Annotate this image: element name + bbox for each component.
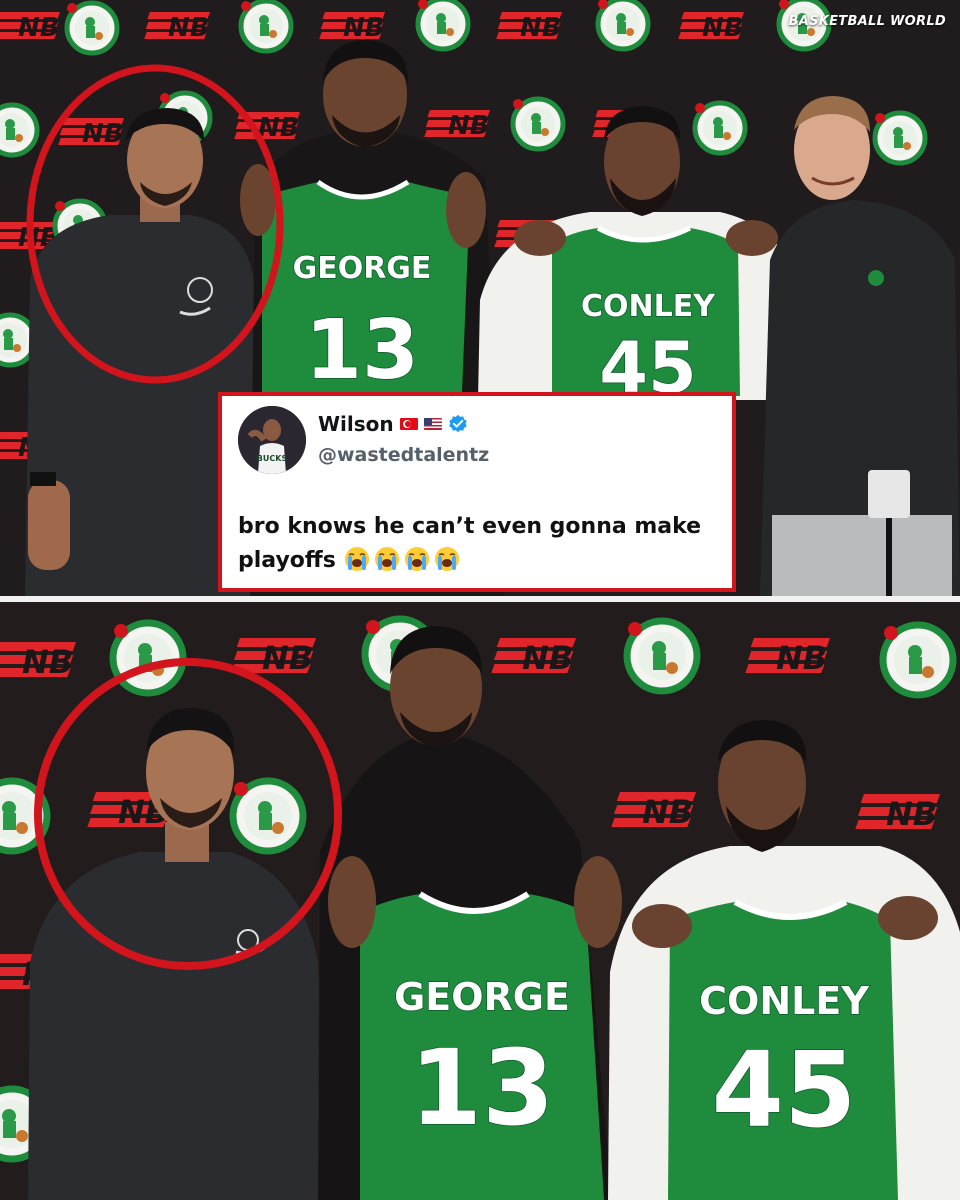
svg-text:BUCKS: BUCKS xyxy=(257,454,288,463)
top-photo-panel: NB xyxy=(0,0,960,596)
tweet-display-name[interactable]: Wilson xyxy=(318,412,394,436)
loudly-crying-face-icon xyxy=(344,547,369,571)
tweet-emojis xyxy=(344,547,464,573)
loudly-crying-face-icon xyxy=(404,547,429,571)
tweet-text: bro knows he can’t even gonna make playo… xyxy=(238,510,728,578)
tweet-handle[interactable]: @wastedtalentz xyxy=(318,444,489,466)
verified-badge-icon xyxy=(448,414,467,433)
george-jersey-name: GEORGE xyxy=(293,251,432,286)
usa-flag-icon xyxy=(423,418,442,430)
loudly-crying-face-icon xyxy=(374,547,399,571)
conley-jersey-name: CONLEY xyxy=(581,289,716,324)
george-jersey-number: 13 xyxy=(410,1027,555,1149)
tweet-card: BUCKS Wilson @wastedtalentz bro knows he… xyxy=(218,392,736,592)
loudly-crying-face-icon xyxy=(434,547,459,571)
profile-photo-icon: BUCKS xyxy=(238,406,306,474)
conley-jersey-name: CONLEY xyxy=(699,979,869,1023)
tweet-text-content: bro knows he can’t even gonna make playo… xyxy=(238,514,702,573)
turkey-flag-icon xyxy=(399,418,418,430)
conley-jersey-number: 45 xyxy=(712,1029,857,1151)
george-jersey-name: GEORGE xyxy=(394,975,570,1019)
watermark: BASKETBALL WORLD xyxy=(788,14,946,29)
bottom-photo-panel: NB xyxy=(0,602,960,1200)
meme-image: NB xyxy=(0,0,960,1200)
george-jersey-number: 13 xyxy=(305,303,419,398)
press-conference-photo-bottom: NB xyxy=(0,602,960,1200)
avatar: BUCKS xyxy=(238,406,306,474)
tweet-author-name-row: Wilson xyxy=(318,412,468,436)
